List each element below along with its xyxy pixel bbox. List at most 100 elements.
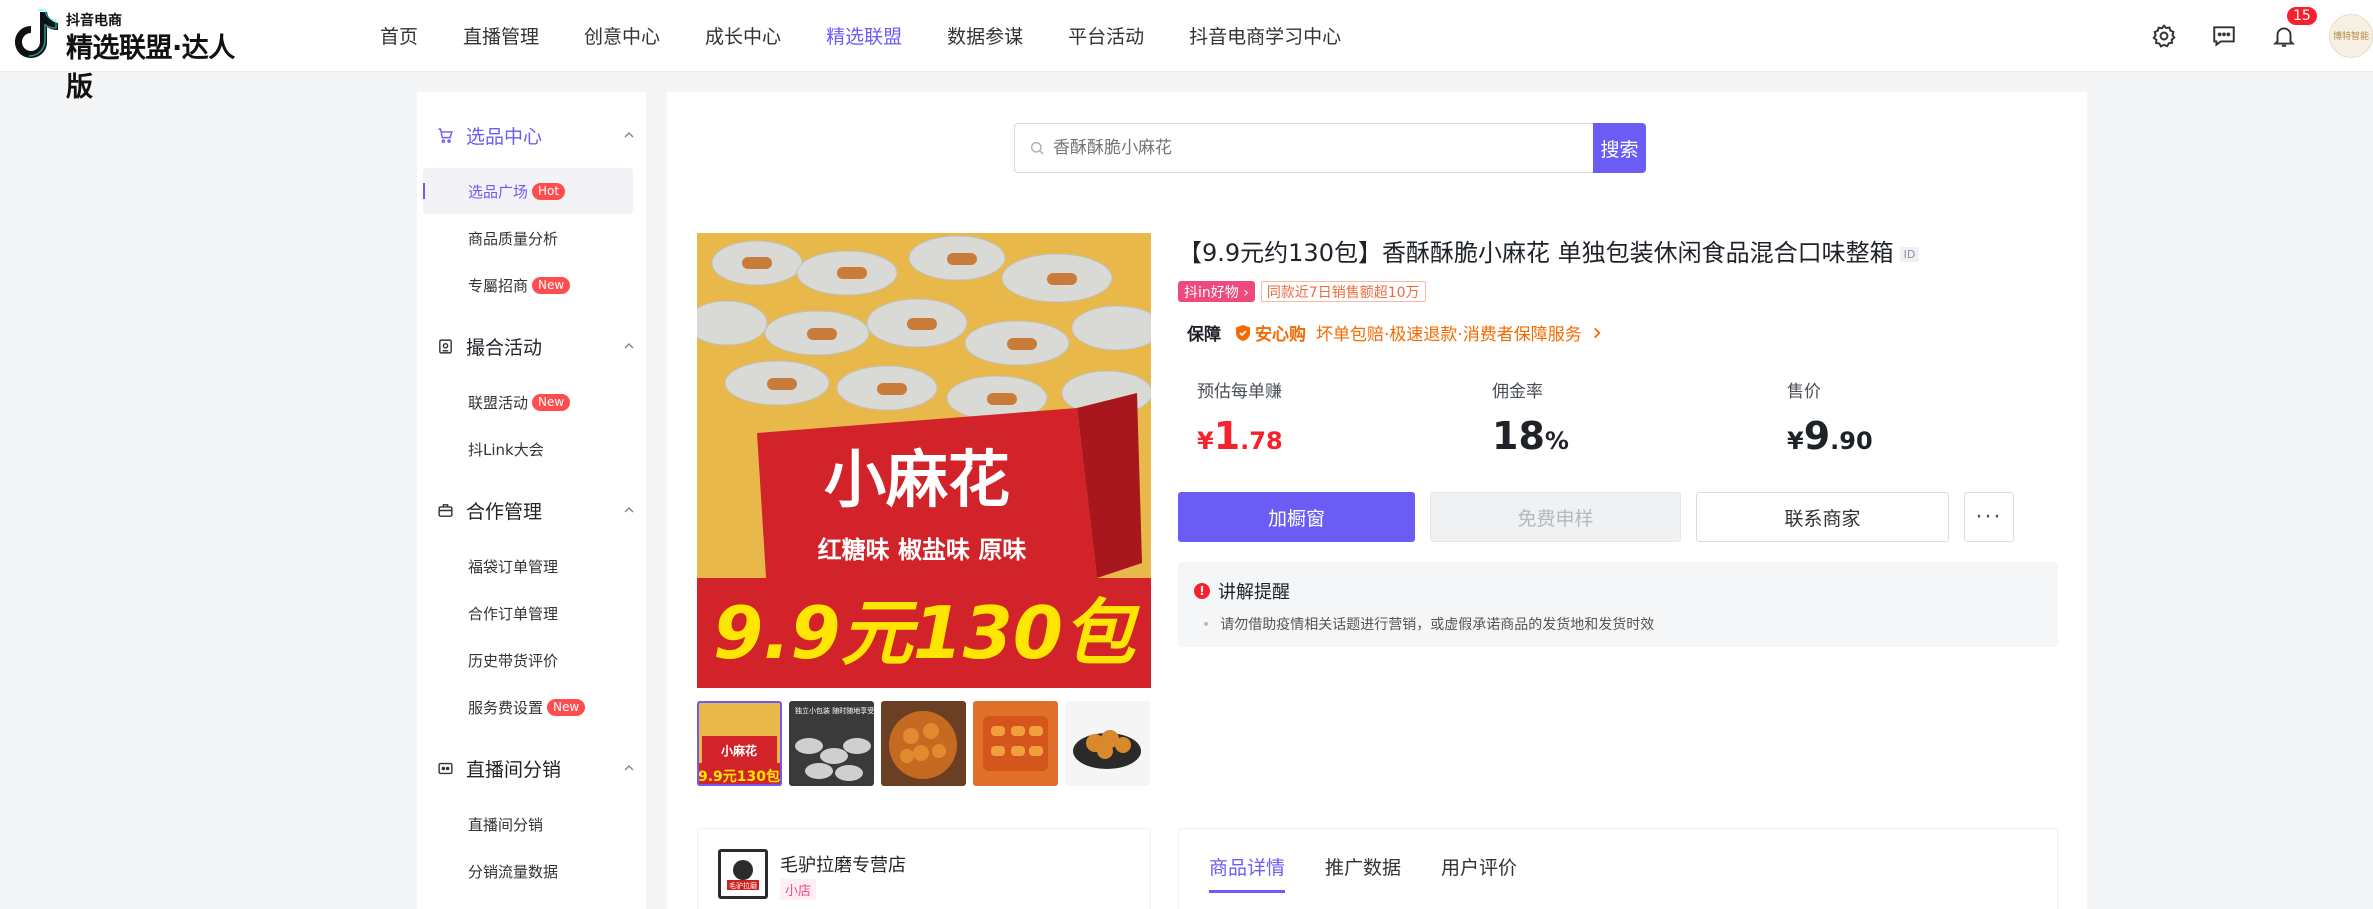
message-icon[interactable] xyxy=(2209,21,2239,51)
search-button[interactable]: 搜索 xyxy=(1593,123,1646,173)
chevron-up-icon xyxy=(622,339,636,353)
thumbnail-2-caption: 独立小包装 随时随地享受 xyxy=(795,706,874,715)
sale-price-value: ¥9.90 xyxy=(1787,414,1873,458)
thumbnail-5[interactable] xyxy=(1065,701,1150,786)
product-title-text: 【9.9元约130包】香酥酥脆小麻花 单独包装休闲食品混合口味整箱 xyxy=(1178,239,1894,267)
nav-learning-center[interactable]: 抖音电商学习中心 xyxy=(1189,22,1341,49)
logo-title: 精选联盟·达人版 xyxy=(66,33,235,103)
sidebar-item-label: 联盟活动 xyxy=(468,393,529,412)
new-tag: New xyxy=(532,276,571,294)
product-image-headline: 小麻花 xyxy=(824,443,1010,516)
search-field[interactable] xyxy=(1014,123,1593,173)
sidebar-item-history-reviews[interactable]: 历史带货评价 xyxy=(423,637,633,683)
sidebar-item-label: 商品质量分析 xyxy=(468,229,559,248)
notification-bell-icon[interactable]: 15 xyxy=(2269,6,2317,51)
guarantee-row[interactable]: 保障 安心购 坏单包赔·极速退款·消费者保障服务 xyxy=(1187,320,1604,345)
chevron-up-icon xyxy=(622,128,636,142)
sidebar-section-live-distribution[interactable]: 直播间分销 xyxy=(436,753,636,783)
sidebar-item-quality-analysis[interactable]: 商品质量分析 xyxy=(423,215,633,261)
commission-rate-label: 佣金率 xyxy=(1492,382,1543,402)
thumbnail-3[interactable] xyxy=(881,701,966,786)
sale-price: 售价 ¥9.90 xyxy=(1787,377,2047,458)
sidebar-section-title: 撮合活动 xyxy=(466,336,543,359)
sidebar-section-product-center[interactable]: 选品中心 xyxy=(436,120,636,150)
nav-data-advisor[interactable]: 数据参谋 xyxy=(947,22,1023,49)
request-free-sample-button[interactable]: 免费申样 xyxy=(1430,492,1681,542)
activity-icon xyxy=(436,337,454,355)
sidebar-item-product-square[interactable]: 选品广场 Hot xyxy=(423,168,633,214)
sidebar-item-label: 选品广场 xyxy=(468,182,529,201)
sidebar-section-matching-activities[interactable]: 撮合活动 xyxy=(436,331,636,361)
chevron-right-icon xyxy=(1593,327,1601,338)
store-card: 毛驴拉磨 毛驴拉磨专营店 小店 xyxy=(697,828,1151,909)
sales-tag: 同款近7日销售额超10万 xyxy=(1260,281,1426,302)
search-icon xyxy=(1031,142,1044,155)
product-main-image[interactable]: 小麻花 红糖味 椒盐味 原味 9.9元130包 xyxy=(697,233,1151,688)
cart-icon xyxy=(436,126,454,144)
sidebar-item-alliance-activities[interactable]: 联盟活动 New xyxy=(423,379,633,425)
nav-selected-alliance[interactable]: 精选联盟 xyxy=(826,22,902,49)
tab-promotion-data[interactable]: 推广数据 xyxy=(1325,853,1401,893)
more-options-button[interactable]: ··· xyxy=(1964,492,2014,542)
store-logo[interactable]: 毛驴拉磨 xyxy=(718,849,768,899)
product-id-chip[interactable]: ID xyxy=(1899,246,1920,262)
store-logo-text: 毛驴拉磨 xyxy=(729,881,757,890)
sidebar-item-service-fee-settings[interactable]: 服务费设置 New xyxy=(423,684,633,730)
sidebar-item-lucky-bag-orders[interactable]: 福袋订单管理 xyxy=(423,543,633,589)
user-avatar[interactable]: 博特智能 xyxy=(2329,13,2373,58)
header-actions: 15 博特智能 xyxy=(2149,0,2373,71)
sidebar-section-title: 直播间分销 xyxy=(466,758,562,781)
live-icon xyxy=(436,759,454,777)
product-title: 【9.9元约130包】香酥酥脆小麻花 单独包装休闲食品混合口味整箱 ID xyxy=(1178,233,2058,268)
sidebar-item-doulink-conference[interactable]: 抖Link大会 xyxy=(423,426,633,472)
thumbnail-1-headline: 小麻花 xyxy=(721,743,757,758)
product-detail-panel: 商品详情 推广数据 用户评价 xyxy=(1178,828,2058,909)
sidebar-section-title: 合作管理 xyxy=(466,500,543,523)
sidebar-item-label: 直播间分销 xyxy=(468,815,544,834)
thumbnail-1[interactable]: 小麻花 9.9元130包 xyxy=(697,701,782,786)
store-type-tag: 小店 xyxy=(780,879,817,900)
chevron-up-icon xyxy=(622,761,636,775)
product-photo: 小麻花 红糖味 椒盐味 原味 9.9元130包 xyxy=(697,233,1151,688)
search-bar: 搜索 xyxy=(1014,123,1646,173)
product-image-promo: 9.9元130包 xyxy=(713,591,1141,675)
nav-home[interactable]: 首页 xyxy=(380,22,418,49)
estimated-earning-label: 预估每单赚 xyxy=(1197,382,1282,402)
add-to-showcase-button[interactable]: 加橱窗 xyxy=(1178,492,1415,542)
main-nav: 首页 直播管理 创意中心 成长中心 精选联盟 数据参谋 平台活动 抖音电商学习中… xyxy=(380,0,1386,71)
shield-icon xyxy=(1236,324,1250,341)
tab-user-reviews[interactable]: 用户评价 xyxy=(1441,853,1517,893)
estimated-earning-value: ¥1.78 xyxy=(1197,414,1283,458)
tab-product-details[interactable]: 商品详情 xyxy=(1209,853,1286,893)
sidebar-item-label: 专屬招商 xyxy=(468,276,529,295)
product-actions: 加橱窗 免费申样 联系商家 ··· xyxy=(1178,492,2014,542)
detail-tabs: 商品详情 推广数据 用户评价 xyxy=(1209,853,1557,893)
sidebar-item-distribution-traffic[interactable]: 分销流量数据 xyxy=(423,848,633,894)
sidebar-section-cooperation[interactable]: 合作管理 xyxy=(436,495,636,525)
sidebar: 选品中心 选品广场 Hot 商品质量分析 专屬招商 New 撮合活动 联盟活动 New… xyxy=(417,92,646,909)
nav-platform-events[interactable]: 平台活动 xyxy=(1068,22,1144,49)
sidebar-item-live-distribution[interactable]: 直播间分销 xyxy=(423,801,633,847)
thumbnail-2[interactable]: 独立小包装 随时随地享受 xyxy=(789,701,874,786)
nav-growth-center[interactable]: 成长中心 xyxy=(705,22,781,49)
commission-rate-value: 18% xyxy=(1492,414,1569,458)
sidebar-item-exclusive-invites[interactable]: 专屬招商 New xyxy=(423,262,633,308)
douin-good-product-tag[interactable]: 抖in好物 › xyxy=(1178,281,1255,302)
nav-creative-center[interactable]: 创意中心 xyxy=(584,22,660,49)
thumbnail-4[interactable] xyxy=(973,701,1058,786)
sidebar-item-cooperation-orders[interactable]: 合作订单管理 xyxy=(423,590,633,636)
briefcase-icon xyxy=(436,501,454,519)
contact-merchant-button[interactable]: 联系商家 xyxy=(1696,492,1949,542)
search-input[interactable] xyxy=(1053,138,1593,158)
logo[interactable]: 抖音电商 精选联盟·达人版 xyxy=(14,6,254,103)
store-name[interactable]: 毛驴拉磨专营店 xyxy=(780,851,906,877)
thumbnail-gallery: 小麻花 9.9元130包 独立小包装 随时随地享受 xyxy=(697,701,1157,786)
chevron-up-icon xyxy=(622,503,636,517)
sale-price-label: 售价 xyxy=(1787,382,1821,402)
product-image-flavors: 红糖味 椒盐味 原味 xyxy=(818,536,1027,564)
hot-tag: Hot xyxy=(532,182,566,200)
settings-gear-icon[interactable] xyxy=(2149,21,2179,51)
sidebar-item-label: 福袋订单管理 xyxy=(468,557,559,576)
nav-live-management[interactable]: 直播管理 xyxy=(463,22,539,49)
product-tags: 抖in好物 › 同款近7日销售额超10万 xyxy=(1178,281,1426,302)
